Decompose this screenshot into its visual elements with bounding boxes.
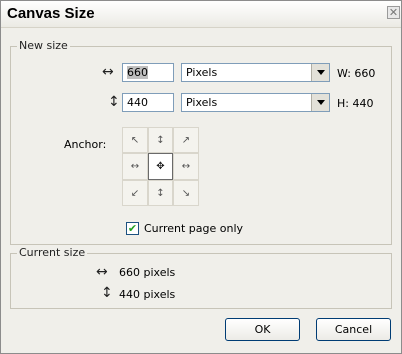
height-readout: H: 440 — [337, 97, 374, 110]
width-input[interactable]: 660 — [122, 63, 174, 82]
vertical-arrow-icon: ↕ — [101, 285, 113, 301]
width-unit-select[interactable]: Pixels — [181, 63, 330, 82]
chevron-down-icon[interactable] — [311, 94, 329, 111]
anchor-label: Anchor: — [64, 138, 107, 151]
horizontal-arrow-icon: ↔ — [102, 64, 114, 80]
anchor-top-center[interactable]: ↕ — [148, 127, 173, 153]
anchor-bottom-center[interactable]: ↕ — [148, 180, 173, 206]
canvas-size-dialog: Canvas Size ✕ New size ↔ 660 Pixels W: 6… — [0, 0, 402, 354]
current-size-legend: Current size — [17, 246, 88, 259]
height-unit-select[interactable]: Pixels — [181, 93, 330, 112]
ok-button[interactable]: OK — [225, 318, 300, 341]
current-width-text: 660 pixels — [119, 266, 176, 279]
vertical-arrow-icon: ↕ — [108, 94, 120, 110]
close-icon[interactable]: ✕ — [387, 6, 400, 19]
width-unit-value: Pixels — [186, 66, 218, 79]
anchor-bottom-left[interactable]: ↙ — [122, 180, 148, 206]
current-page-only-checkbox[interactable]: ✔ — [126, 222, 139, 235]
cancel-button[interactable]: Cancel — [316, 318, 391, 341]
height-input[interactable]: 440 — [122, 93, 174, 112]
anchor-top-left[interactable]: ↖ — [122, 127, 148, 153]
title-bar: Canvas Size ✕ — [1, 1, 401, 28]
width-readout: W: 660 — [337, 67, 376, 80]
new-size-legend: New size — [17, 39, 70, 52]
anchor-middle-right[interactable]: ↔ — [173, 153, 199, 180]
anchor-bottom-right[interactable]: ↘ — [173, 180, 199, 206]
anchor-center[interactable]: ✥ — [148, 153, 173, 180]
anchor-grid: ↖ ↕ ↗ ↔ ✥ ↔ ↙ ↕ ↘ — [122, 127, 199, 206]
height-unit-value: Pixels — [186, 96, 218, 109]
current-height-text: 440 pixels — [119, 288, 176, 301]
current-size-group: Current size — [10, 246, 392, 309]
chevron-down-icon[interactable] — [311, 64, 329, 81]
anchor-middle-left[interactable]: ↔ — [122, 153, 148, 180]
horizontal-arrow-icon: ↔ — [96, 264, 108, 280]
current-page-only-label[interactable]: Current page only — [144, 222, 243, 235]
dialog-title: Canvas Size — [7, 5, 95, 22]
anchor-top-right[interactable]: ↗ — [173, 127, 199, 153]
